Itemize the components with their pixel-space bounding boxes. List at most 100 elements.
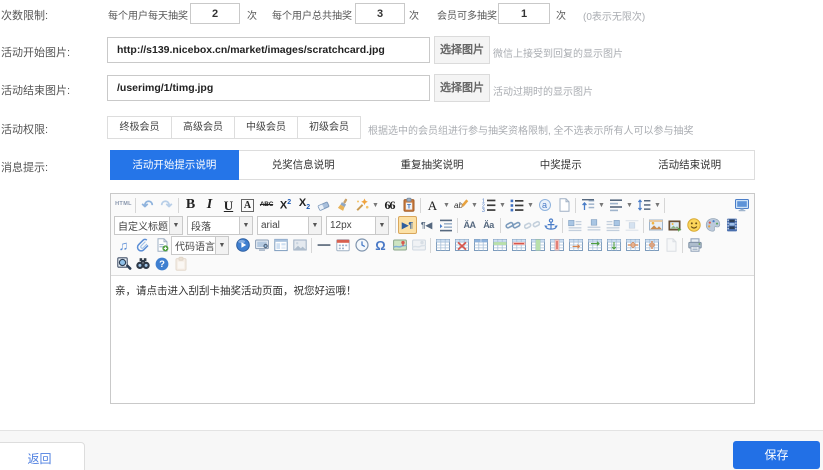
source-icon[interactable]: HTML bbox=[114, 196, 133, 214]
time-icon[interactable] bbox=[352, 236, 371, 254]
insertframe-icon[interactable] bbox=[271, 236, 290, 254]
tab-redeem-info[interactable]: 兑奖信息说明 bbox=[239, 151, 368, 179]
print-icon[interactable] bbox=[685, 236, 704, 254]
blockquote-icon[interactable]: 66 bbox=[380, 196, 399, 214]
splittocols-icon[interactable] bbox=[642, 236, 661, 254]
dir-ltr-icon[interactable]: ▶¶ bbox=[398, 216, 417, 234]
snapscreen-icon[interactable] bbox=[252, 236, 271, 254]
preview-icon[interactable] bbox=[114, 255, 133, 273]
map-icon[interactable] bbox=[390, 236, 409, 254]
autotypeset-dropdown-caret-icon[interactable]: ▼ bbox=[371, 196, 380, 214]
code-language-select-arrow-icon[interactable]: ▼ bbox=[215, 237, 228, 254]
emotion-icon[interactable] bbox=[684, 216, 703, 234]
line-height-dropdown-caret-icon[interactable]: ▼ bbox=[653, 196, 662, 214]
font-family-select-arrow-icon[interactable]: ▼ bbox=[308, 217, 321, 234]
custom-title-select-arrow-icon[interactable]: ▼ bbox=[169, 217, 182, 234]
splittorows-icon[interactable] bbox=[623, 236, 642, 254]
member-group-option-3[interactable]: 初级会员 bbox=[297, 117, 360, 138]
tab-winning-note[interactable]: 中奖提示 bbox=[496, 151, 625, 179]
fontborder-icon[interactable]: A bbox=[238, 196, 257, 214]
backcolor-dropdown-caret-icon[interactable]: ▼ bbox=[470, 196, 479, 214]
backcolor-icon[interactable]: ab bbox=[451, 196, 470, 214]
insertunorderedlist-icon[interactable] bbox=[507, 196, 526, 214]
imagefloat-left-icon[interactable] bbox=[565, 216, 584, 234]
custom-title-select[interactable]: 自定义标题▼ bbox=[114, 216, 183, 235]
deletecol-icon[interactable] bbox=[547, 236, 566, 254]
tab-repeat-draw[interactable]: 重复抽奖说明 bbox=[368, 151, 497, 179]
flash-icon[interactable] bbox=[233, 236, 252, 254]
superscript-icon[interactable]: X2 bbox=[276, 196, 295, 214]
font-size-select-arrow-icon[interactable]: ▼ bbox=[375, 217, 388, 234]
removeformat-icon[interactable] bbox=[314, 196, 333, 214]
bold-icon[interactable]: B bbox=[181, 196, 200, 214]
tab-activity-end-note[interactable]: 活动结束说明 bbox=[625, 151, 754, 179]
edit-window-icon[interactable] bbox=[732, 196, 751, 214]
member-group-option-2[interactable]: 中级会员 bbox=[234, 117, 297, 138]
insertfile-icon[interactable] bbox=[152, 236, 171, 254]
autotypeset-icon[interactable] bbox=[352, 196, 371, 214]
tab-activity-start-note[interactable]: 活动开始提示说明 bbox=[110, 150, 239, 180]
undo-icon[interactable]: ↶ bbox=[138, 196, 157, 214]
insertrow-icon[interactable] bbox=[490, 236, 509, 254]
insertvideo-icon[interactable] bbox=[722, 216, 741, 234]
formatmatch-icon[interactable] bbox=[333, 196, 352, 214]
strikethrough-icon[interactable]: ABC bbox=[257, 196, 276, 214]
deletetable-icon[interactable] bbox=[452, 236, 471, 254]
scrawl-icon[interactable] bbox=[703, 216, 722, 234]
forecolor-icon[interactable]: A bbox=[423, 196, 442, 214]
member-extra-input[interactable] bbox=[498, 3, 550, 24]
mergeright-icon[interactable] bbox=[585, 236, 604, 254]
paragraph-align-dropdown-caret-icon[interactable]: ▼ bbox=[625, 196, 634, 214]
paragraph-top-icon[interactable] bbox=[578, 196, 597, 214]
background-icon[interactable] bbox=[290, 236, 309, 254]
insertcol-icon[interactable] bbox=[528, 236, 547, 254]
attachment-icon[interactable] bbox=[133, 236, 152, 254]
pasteplain-icon[interactable]: T bbox=[399, 196, 418, 214]
date-icon[interactable] bbox=[333, 236, 352, 254]
member-group-option-1[interactable]: 高级会员 bbox=[171, 117, 234, 138]
paragraph-select-arrow-icon[interactable]: ▼ bbox=[239, 217, 252, 234]
indent-icon[interactable] bbox=[436, 216, 455, 234]
total-limit-input[interactable] bbox=[355, 3, 405, 24]
code-language-select[interactable]: 代码语言▼ bbox=[171, 236, 229, 255]
horizontal-icon[interactable] bbox=[314, 236, 333, 254]
save-button[interactable]: 保存 bbox=[733, 441, 820, 469]
deleterow-icon[interactable] bbox=[509, 236, 528, 254]
imagefloat-right-icon[interactable] bbox=[603, 216, 622, 234]
insertimage-icon[interactable] bbox=[646, 216, 665, 234]
insertorderedlist-icon[interactable]: 123 bbox=[479, 196, 498, 214]
link-icon[interactable] bbox=[503, 216, 522, 234]
inserttable-icon[interactable] bbox=[433, 236, 452, 254]
insertorderedlist-dropdown-caret-icon[interactable]: ▼ bbox=[498, 196, 507, 214]
back-button[interactable]: 返回 bbox=[0, 442, 85, 470]
forecolor-dropdown-caret-icon[interactable]: ▼ bbox=[442, 196, 451, 214]
paragraph-top-dropdown-caret-icon[interactable]: ▼ bbox=[597, 196, 606, 214]
end-image-input[interactable] bbox=[107, 75, 430, 101]
unlink-icon[interactable] bbox=[522, 216, 541, 234]
spechars-icon[interactable]: Ω bbox=[371, 236, 390, 254]
paragraph-align-icon[interactable] bbox=[606, 196, 625, 214]
member-group-option-0[interactable]: 终极会员 bbox=[108, 117, 171, 138]
tolowercase-icon[interactable]: Äa bbox=[479, 216, 498, 234]
start-image-pick-button[interactable]: 选择图片 bbox=[434, 36, 490, 64]
dir-rtl-icon[interactable]: ¶◀ bbox=[417, 216, 436, 234]
start-image-input[interactable] bbox=[107, 37, 430, 63]
tablecaption-icon[interactable]: T bbox=[471, 236, 490, 254]
cleardoc-icon[interactable] bbox=[554, 196, 573, 214]
selectall-icon[interactable]: a bbox=[535, 196, 554, 214]
italic-icon[interactable]: I bbox=[200, 196, 219, 214]
uploadimage-icon[interactable] bbox=[665, 216, 684, 234]
end-image-pick-button[interactable]: 选择图片 bbox=[434, 74, 490, 102]
font-size-select[interactable]: 12px▼ bbox=[326, 216, 389, 235]
line-height-icon[interactable] bbox=[634, 196, 653, 214]
paragraph-select[interactable]: 段落▼ bbox=[187, 216, 253, 235]
anchor-icon[interactable] bbox=[541, 216, 560, 234]
mergecells-icon[interactable] bbox=[566, 236, 585, 254]
help-icon[interactable]: ? bbox=[152, 255, 171, 273]
insertunorderedlist-dropdown-caret-icon[interactable]: ▼ bbox=[526, 196, 535, 214]
redo-icon[interactable]: ↷ bbox=[157, 196, 176, 214]
editor-content[interactable]: 亲，请点击进入刮刮卡抽奖活动页面，祝您好运哦！ bbox=[111, 276, 754, 402]
font-family-select[interactable]: arial▼ bbox=[257, 216, 322, 235]
searchreplace-icon[interactable] bbox=[133, 255, 152, 273]
underline-icon[interactable]: U bbox=[219, 196, 238, 214]
